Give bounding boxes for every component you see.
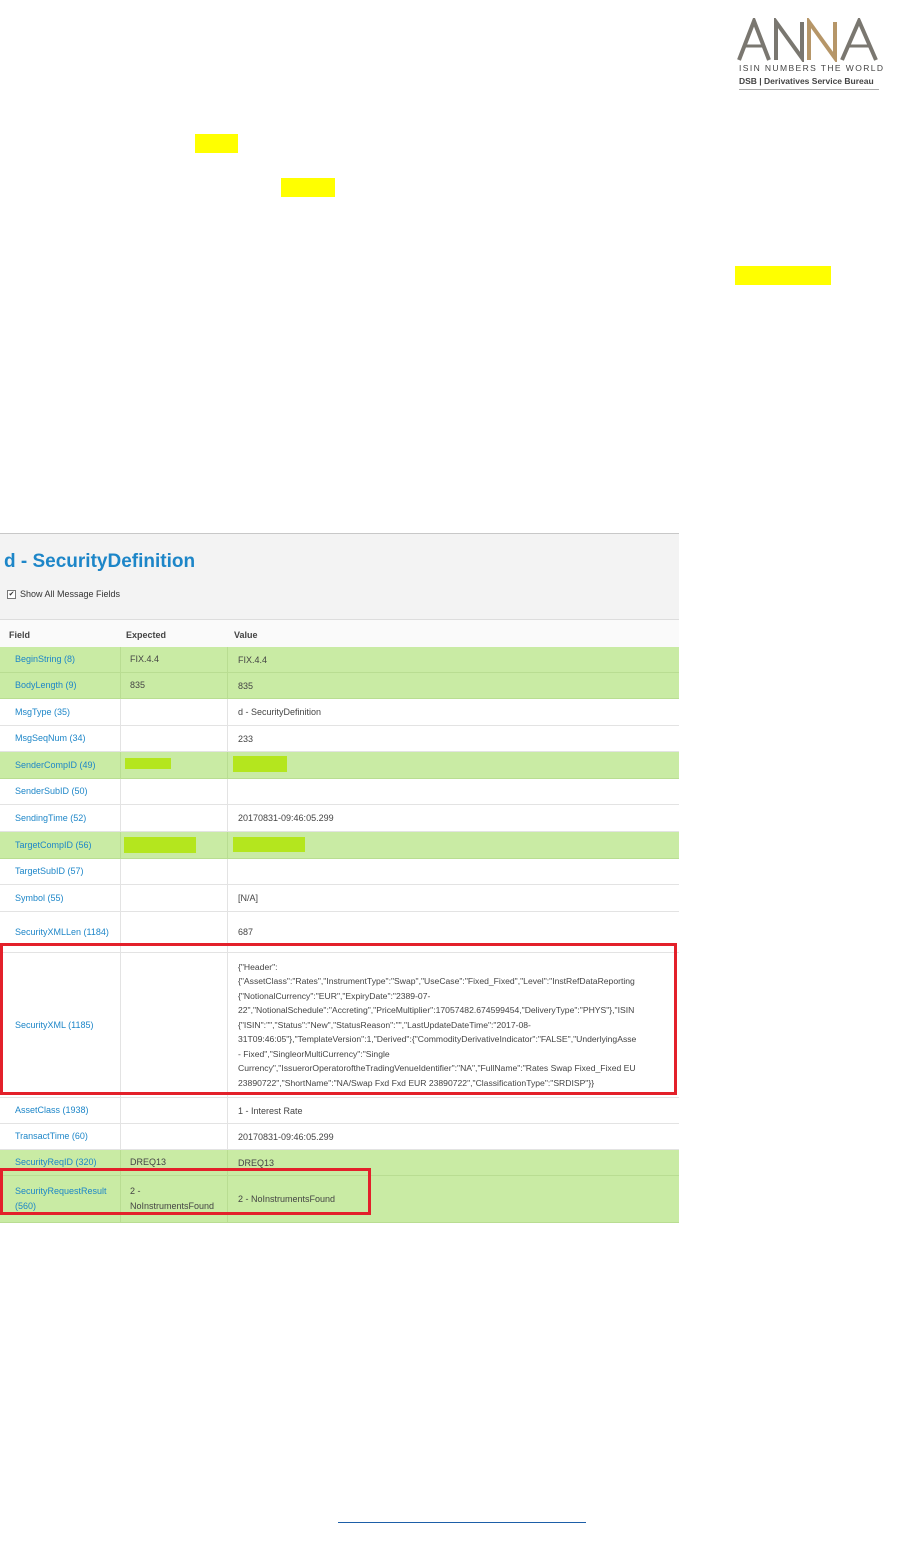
field-name-cell[interactable]: MsgSeqNum (34) xyxy=(0,726,121,751)
table-header: Field Expected Value xyxy=(0,619,679,649)
anna-dsb-logo: ISIN NUMBERS THE WORLD DSB | Derivatives… xyxy=(735,15,885,92)
field-name-link[interactable]: MsgSeqNum (34) xyxy=(15,731,86,746)
field-name-link[interactable]: SecurityXMLLen (1184) xyxy=(15,925,109,940)
field-name-cell[interactable]: TransactTime (60) xyxy=(0,1124,121,1149)
expected-cell xyxy=(121,779,228,804)
table-row: TransactTime (60) 20170831-09:46:05.299 xyxy=(0,1124,679,1150)
field-value: DREQ13 xyxy=(238,1157,275,1168)
expected-cell xyxy=(121,726,228,751)
value-cell: d - SecurityDefinition xyxy=(228,699,679,725)
field-name-cell[interactable]: AssetClass (1938) xyxy=(0,1098,121,1123)
message-fields-table: BeginString (8) FIX.4.4 FIX.4.4 BodyLength … xyxy=(0,647,679,1223)
field-value: 20170831-09:46:05.299 xyxy=(238,1131,334,1142)
field-name-cell[interactable]: TargetSubID (57) xyxy=(0,859,121,884)
footer-divider xyxy=(338,1522,586,1523)
column-header-field: Field xyxy=(9,630,31,640)
field-name-link[interactable]: BodyLength (9) xyxy=(15,678,77,693)
field-name-link[interactable]: TransactTime (60) xyxy=(15,1129,88,1144)
logo-divider xyxy=(739,89,879,90)
table-row: TargetSubID (57) xyxy=(0,859,679,885)
redaction-mark xyxy=(233,756,287,772)
panel-title: d - SecurityDefinition xyxy=(4,551,196,572)
field-name-link[interactable]: BeginString (8) xyxy=(15,652,75,667)
field-value: 1 - Interest Rate xyxy=(238,1105,303,1116)
expected-cell xyxy=(121,805,228,831)
expected-cell: 835 xyxy=(121,673,228,698)
logo-subtitle: DSB | Derivatives Service Bureau xyxy=(739,76,874,86)
column-header-value: Value xyxy=(234,630,258,640)
show-all-label: Show All Message Fields xyxy=(20,589,121,599)
value-cell: [N/A] xyxy=(228,885,679,911)
field-name-link[interactable]: MsgType (35) xyxy=(15,705,70,720)
value-cell: 20170831-09:46:05.299 xyxy=(228,805,679,831)
table-row: SenderCompID (49) xyxy=(0,752,679,779)
field-name-link[interactable]: AssetClass (1938) xyxy=(15,1103,89,1118)
table-row: SendingTime (52) 20170831-09:46:05.299 xyxy=(0,805,679,832)
expected-cell xyxy=(121,1098,228,1123)
field-name-link[interactable]: TargetCompID (56) xyxy=(15,838,92,853)
field-value: 20170831-09:46:05.299 xyxy=(238,813,334,823)
field-value: FIX.4.4 xyxy=(238,654,268,665)
table-row: AssetClass (1938) 1 - Interest Rate xyxy=(0,1098,679,1124)
table-row: BodyLength (9) 835 835 xyxy=(0,673,679,699)
value-cell: 233 xyxy=(228,726,679,751)
expected-value: FIX.4.4 xyxy=(130,654,160,664)
expected-cell xyxy=(121,1124,228,1149)
expected-cell xyxy=(121,885,228,911)
redaction-mark xyxy=(124,837,196,853)
show-all-checkbox[interactable]: ✔ xyxy=(7,589,16,599)
show-all-fields-toggle[interactable]: ✔ Show All Message Fields xyxy=(7,589,120,599)
value-cell: 1 - Interest Rate xyxy=(228,1098,679,1123)
value-cell xyxy=(228,752,679,778)
logo-tagline: ISIN NUMBERS THE WORLD xyxy=(739,63,885,73)
field-name-link[interactable]: TargetSubID (57) xyxy=(15,864,84,879)
value-cell: FIX.4.4 xyxy=(228,647,679,672)
field-value: d - SecurityDefinition xyxy=(238,707,322,717)
highlight-mark xyxy=(281,178,335,197)
field-value: [N/A] xyxy=(238,893,259,903)
value-cell xyxy=(228,859,679,884)
highlight-mark xyxy=(735,266,831,285)
highlight-box-security-xml xyxy=(0,943,677,1095)
column-header-expected: Expected xyxy=(126,630,167,640)
field-name-cell[interactable]: SenderCompID (49) xyxy=(0,752,121,778)
value-cell xyxy=(228,779,679,804)
field-name-cell[interactable]: BeginString (8) xyxy=(0,647,121,672)
field-name-link[interactable]: SenderSubID (50) xyxy=(15,784,88,799)
redaction-mark xyxy=(233,837,305,852)
expected-value: 835 xyxy=(130,680,146,690)
value-cell: 835 xyxy=(228,673,679,698)
table-row: Symbol (55) [N/A] xyxy=(0,885,679,912)
field-name-link[interactable]: Symbol (55) xyxy=(15,891,64,906)
value-cell: 20170831-09:46:05.299 xyxy=(228,1124,679,1149)
redaction-mark xyxy=(125,758,171,769)
table-row: MsgSeqNum (34) 233 xyxy=(0,726,679,752)
panel-header: d - SecurityDefinition ✔ Show All Messag… xyxy=(0,533,679,620)
highlight-mark xyxy=(195,134,238,153)
field-value: 233 xyxy=(238,733,254,744)
anna-wordmark xyxy=(737,15,878,65)
field-name-link[interactable]: SenderCompID (49) xyxy=(15,758,96,773)
field-value: 835 xyxy=(238,680,254,691)
expected-cell xyxy=(121,699,228,725)
field-name-cell[interactable]: SendingTime (52) xyxy=(0,805,121,831)
table-row: TargetCompID (56) xyxy=(0,832,679,859)
expected-cell: FIX.4.4 xyxy=(121,647,228,672)
field-name-link[interactable]: SendingTime (52) xyxy=(15,811,86,826)
field-name-cell[interactable]: SenderSubID (50) xyxy=(0,779,121,804)
table-row: BeginString (8) FIX.4.4 FIX.4.4 xyxy=(0,647,679,673)
field-name-cell[interactable]: TargetCompID (56) xyxy=(0,832,121,858)
table-row: SenderSubID (50) xyxy=(0,779,679,805)
field-value: 687 xyxy=(238,927,254,937)
table-row: MsgType (35) d - SecurityDefinition xyxy=(0,699,679,726)
security-definition-panel: d - SecurityDefinition ✔ Show All Messag… xyxy=(0,533,679,1223)
field-name-cell[interactable]: MsgType (35) xyxy=(0,699,121,725)
field-name-cell[interactable]: BodyLength (9) xyxy=(0,673,121,698)
highlight-box-request-result xyxy=(0,1168,371,1215)
field-name-cell[interactable]: Symbol (55) xyxy=(0,885,121,911)
expected-cell xyxy=(121,859,228,884)
